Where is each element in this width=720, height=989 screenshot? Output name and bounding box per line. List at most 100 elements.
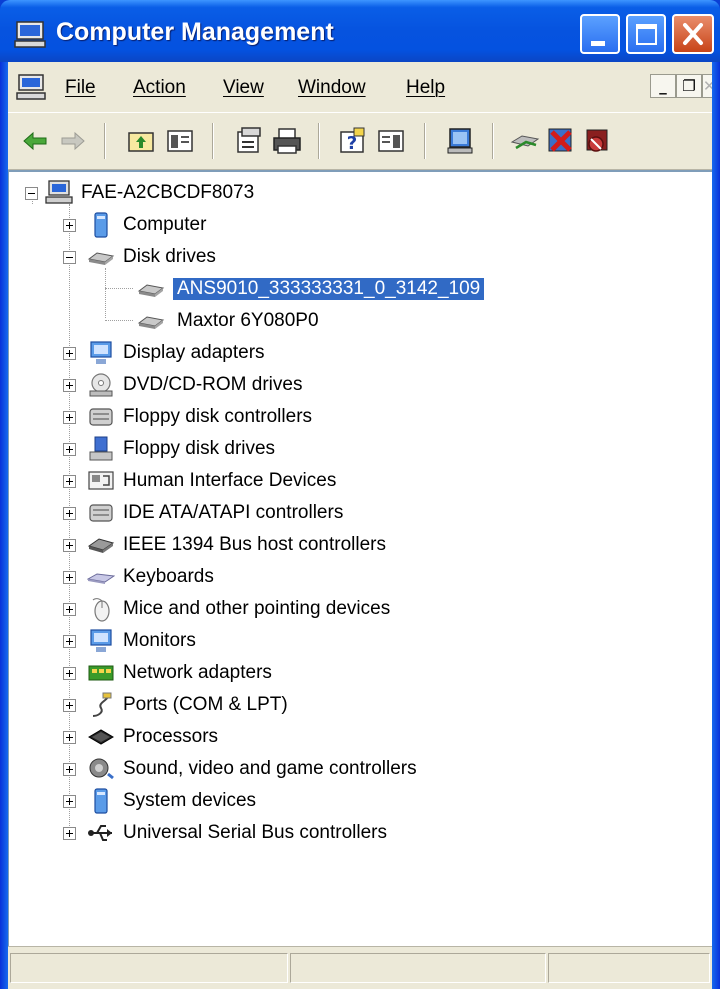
expand-toggle[interactable] [63, 539, 76, 552]
tree-item-display-adapters[interactable]: Display adapters [63, 338, 463, 368]
tree-item-label: Floppy disk drives [123, 438, 276, 459]
mdi-close-button[interactable]: ✕ [702, 74, 712, 98]
expand-toggle[interactable] [63, 571, 76, 584]
menu-view[interactable]: View [223, 77, 264, 99]
maximize-button[interactable] [626, 14, 666, 54]
title-bar[interactable]: Computer Management [0, 0, 720, 62]
tree-item-label: Ports (COM & LPT) [123, 694, 288, 715]
toolbar-separator [492, 123, 494, 159]
forward-arrow-icon[interactable] [58, 126, 88, 156]
device-tree[interactable]: FAE-A2CBCDF8073 Computer Disk drives ANS… [8, 170, 712, 946]
mdi-restore-button[interactable]: ❐ [676, 74, 702, 98]
keyboard-icon [87, 573, 115, 584]
tree-item-label: Mice and other pointing devices [123, 598, 391, 619]
menu-bar: File Action View Window Help _ ❐ ✕ [8, 62, 712, 112]
tree-root[interactable]: FAE-A2CBCDF8073 [25, 178, 325, 208]
usb-icon [88, 825, 112, 841]
maximize-icon [636, 24, 657, 45]
expand-toggle[interactable] [63, 379, 76, 392]
show-hide-action-pane-icon[interactable] [376, 126, 406, 156]
expand-toggle[interactable] [63, 827, 76, 840]
tree-item-ans9010-drive[interactable]: ANS9010_333333331_0_3142_109 [137, 274, 577, 304]
expand-toggle[interactable] [63, 347, 76, 360]
expand-toggle[interactable] [63, 635, 76, 648]
display-adapter-icon [90, 341, 112, 364]
back-arrow-icon[interactable] [20, 126, 50, 156]
properties-icon[interactable] [234, 126, 264, 156]
tree-item-ide-ata-atapi-controllers[interactable]: IDE ATA/ATAPI controllers [63, 498, 463, 528]
menu-file[interactable]: File [65, 77, 96, 99]
minimize-button[interactable] [580, 14, 620, 54]
print-icon[interactable] [272, 126, 302, 156]
controller-icon [89, 408, 113, 426]
tree-item-keyboards[interactable]: Keyboards [63, 562, 463, 592]
tree-item-label: Universal Serial Bus controllers [123, 822, 387, 843]
tree-item-system-devices[interactable]: System devices [63, 786, 463, 816]
tree-item-maxtor-drive[interactable]: Maxtor 6Y080P0 [137, 306, 537, 336]
tree-item-label: Network adapters [123, 662, 272, 683]
help-icon[interactable]: ? [338, 126, 368, 156]
expand-toggle[interactable] [63, 699, 76, 712]
disk-drive-icon [137, 316, 165, 329]
tree-item-label: IEEE 1394 Bus host controllers [123, 534, 386, 555]
system-menu-icon[interactable] [16, 74, 46, 100]
port-icon [92, 692, 112, 717]
tree-item-dvd-cd-rom-drives[interactable]: DVD/CD-ROM drives [63, 370, 463, 400]
tree-item-monitors[interactable]: Monitors [63, 626, 463, 656]
expand-toggle[interactable] [63, 475, 76, 488]
tree-item-ports[interactable]: Ports (COM & LPT) [63, 690, 463, 720]
tree-item-human-interface-devices[interactable]: Human Interface Devices [63, 466, 463, 496]
tree-item-floppy-disk-controllers[interactable]: Floppy disk controllers [63, 402, 463, 432]
tree-item-label: Maxtor 6Y080P0 [177, 310, 319, 331]
status-panel [10, 953, 288, 983]
tree-item-usb-controllers[interactable]: Universal Serial Bus controllers [63, 818, 503, 848]
tree-item-ieee-1394-controllers[interactable]: IEEE 1394 Bus host controllers [63, 530, 483, 560]
show-hide-tree-icon[interactable] [165, 126, 195, 156]
close-button[interactable] [672, 14, 714, 54]
window-frame-right [712, 62, 720, 989]
window-title: Computer Management [56, 18, 334, 46]
menu-action[interactable]: Action [133, 77, 186, 99]
mouse-icon [92, 598, 110, 622]
up-folder-icon[interactable] [126, 126, 156, 156]
mdi-minimize-button[interactable]: _ [650, 74, 676, 98]
disable-icon[interactable] [582, 126, 612, 156]
expand-toggle[interactable] [63, 763, 76, 776]
tree-item-network-adapters[interactable]: Network adapters [63, 658, 463, 688]
expand-toggle[interactable] [63, 603, 76, 616]
menu-window[interactable]: Window [298, 77, 366, 99]
tree-item-label: Display adapters [123, 342, 265, 363]
tree-item-mice[interactable]: Mice and other pointing devices [63, 594, 483, 624]
toolbar-separator [318, 123, 320, 159]
collapse-toggle[interactable] [25, 187, 38, 200]
expand-toggle[interactable] [63, 795, 76, 808]
tree-item-label: Floppy disk controllers [123, 406, 313, 427]
status-panel [290, 953, 546, 983]
uninstall-icon[interactable] [546, 126, 576, 156]
expand-toggle[interactable] [63, 731, 76, 744]
toolbar-separator [104, 123, 106, 159]
computer-management-window: Computer Management File Action View Win… [0, 0, 720, 989]
tree-item-disk-drives[interactable]: Disk drives [63, 242, 463, 272]
expand-toggle[interactable] [63, 443, 76, 456]
tree-item-label: Disk drives [123, 246, 216, 267]
update-driver-icon[interactable] [510, 126, 540, 156]
collapse-toggle[interactable] [63, 251, 76, 264]
expand-toggle[interactable] [63, 667, 76, 680]
tree-item-label: Processors [123, 726, 219, 747]
scan-hardware-icon[interactable] [446, 126, 476, 156]
menu-help[interactable]: Help [406, 77, 445, 99]
expand-toggle[interactable] [63, 507, 76, 520]
root-label: FAE-A2CBCDF8073 [81, 182, 255, 203]
tree-item-sound-video-game[interactable]: Sound, video and game controllers [63, 754, 503, 784]
toolbar-separator [212, 123, 214, 159]
expand-toggle[interactable] [63, 411, 76, 424]
disk-drive-icon [137, 284, 165, 297]
tree-item-label: IDE ATA/ATAPI controllers [123, 502, 344, 523]
close-icon [683, 23, 703, 45]
tree-item-floppy-disk-drives[interactable]: Floppy disk drives [63, 434, 463, 464]
expand-toggle[interactable] [63, 219, 76, 232]
tree-item-computer[interactable]: Computer [63, 210, 463, 240]
tree-item-processors[interactable]: Processors [63, 722, 463, 752]
tree-connector [105, 288, 133, 289]
